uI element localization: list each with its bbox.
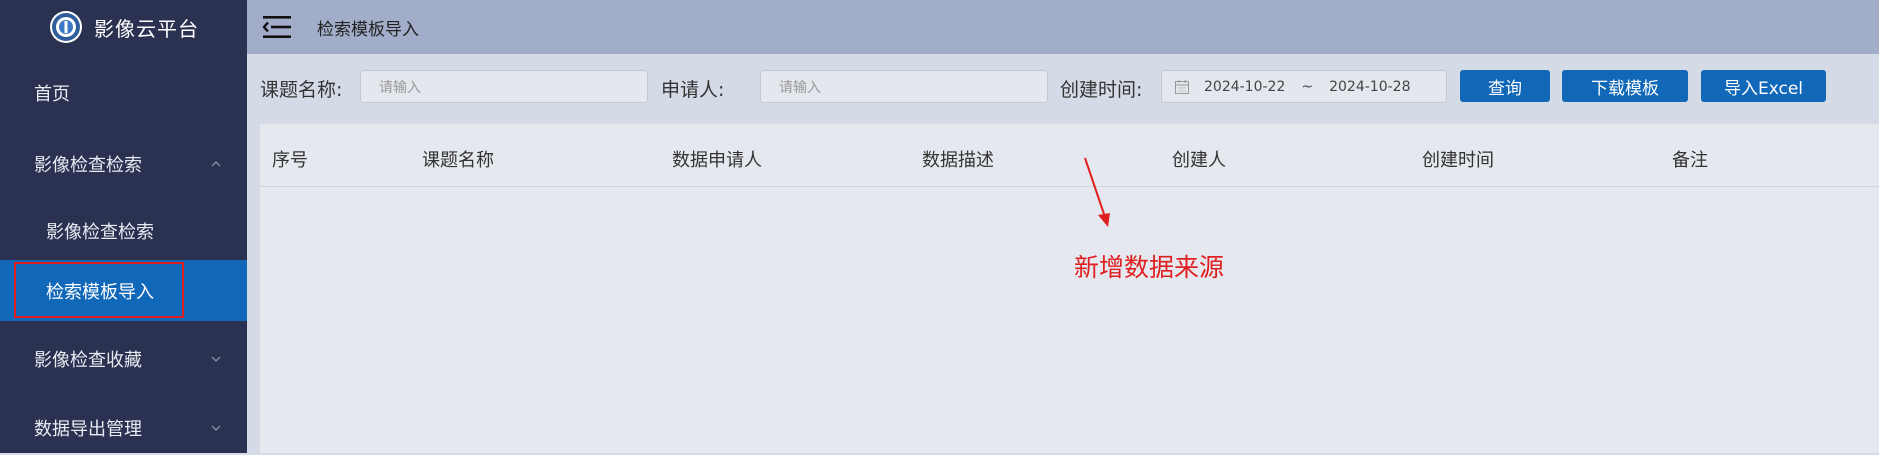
download-template-button[interactable]: 下载模板 <box>1562 70 1688 102</box>
date-end[interactable]: 2024-10-28 <box>1329 79 1410 95</box>
topic-input[interactable]: 请输入 <box>360 70 648 103</box>
sidebar-group-image-favorites[interactable]: 影像检查收藏 <box>0 332 247 386</box>
app-logo <box>50 11 82 43</box>
chevron-down-icon <box>211 425 221 431</box>
breadcrumb: 检索模板导入 <box>317 19 419 40</box>
column-header-index: 序号 <box>272 150 308 171</box>
column-header-created-time: 创建时间 <box>1422 150 1494 171</box>
applicant-label: 申请人: <box>661 79 725 101</box>
sidebar-item-template-import[interactable]: 检索模板导入 <box>0 260 247 321</box>
annotation-text: 新增数据来源 <box>1074 253 1225 282</box>
menu-fold-icon[interactable] <box>261 13 293 41</box>
date-separator: ~ <box>1301 78 1314 95</box>
sidebar-item-image-search[interactable]: 影像检查检索 <box>0 204 247 258</box>
date-range-picker[interactable]: 2024-10-22 ~ 2024-10-28 <box>1161 70 1447 103</box>
query-button[interactable]: 查询 <box>1460 70 1550 102</box>
topic-label: 课题名称: <box>260 79 343 101</box>
chevron-down-icon <box>211 356 221 362</box>
chevron-up-icon <box>211 161 221 167</box>
column-header-creator: 创建人 <box>1172 150 1226 171</box>
column-header-applicant: 数据申请人 <box>672 150 762 171</box>
sidebar-item-label: 首页 <box>34 84 70 105</box>
sidebar-item-label: 影像检查收藏 <box>34 350 142 371</box>
column-header-remarks: 备注 <box>1672 150 1708 171</box>
table-header: 序号 课题名称 数据申请人 数据描述 创建人 创建时间 备注 <box>260 124 1879 187</box>
sidebar-group-image-search[interactable]: 影像检查检索 <box>0 137 247 191</box>
sidebar-item-label: 数据导出管理 <box>34 419 142 440</box>
calendar-icon <box>1175 79 1189 94</box>
column-header-topic: 课题名称 <box>422 150 494 171</box>
date-start[interactable]: 2024-10-22 <box>1204 79 1285 95</box>
top-header: 检索模板导入 <box>247 0 1879 54</box>
sidebar-item-label: 影像检查检索 <box>46 222 154 243</box>
logo-row: 影像云平台 <box>0 0 247 54</box>
applicant-input[interactable]: 请输入 <box>760 70 1048 103</box>
import-excel-button[interactable]: 导入Excel <box>1701 70 1826 102</box>
sidebar-group-data-export[interactable]: 数据导出管理 <box>0 401 247 455</box>
sidebar-item-label: 影像检查检索 <box>34 155 142 176</box>
applicant-placeholder: 请输入 <box>779 79 821 96</box>
data-table: 序号 课题名称 数据申请人 数据描述 创建人 创建时间 备注 <box>260 124 1879 453</box>
sidebar-item-home[interactable]: 首页 <box>0 68 247 118</box>
annotation-arrow-icon <box>1084 157 1110 227</box>
column-header-description: 数据描述 <box>922 150 994 171</box>
app-title: 影像云平台 <box>94 16 199 41</box>
topic-placeholder: 请输入 <box>379 79 421 96</box>
created-time-label: 创建时间: <box>1060 79 1143 101</box>
sidebar-item-label: 检索模板导入 <box>46 281 154 303</box>
sidebar: 影像云平台 首页 影像检查检索 影像检查检索 检索模板导入 影像检查收藏 数据导… <box>0 0 247 453</box>
